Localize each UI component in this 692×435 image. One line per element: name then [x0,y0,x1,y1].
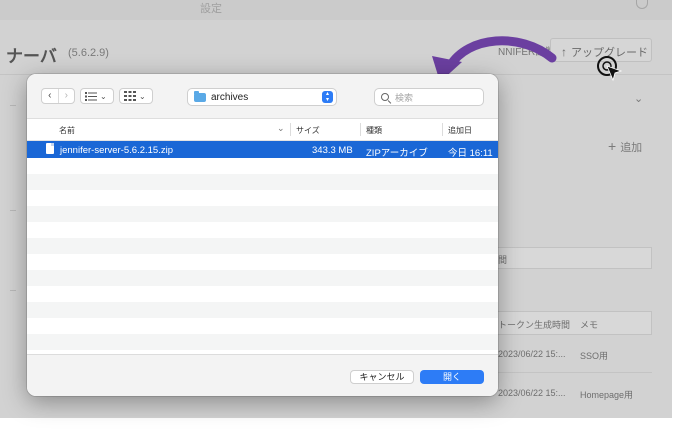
column-separator[interactable] [442,123,443,136]
location-label: archives [211,91,249,103]
list-stripe [27,174,498,190]
list-stripe [27,238,498,254]
file-row[interactable]: jennifer-server-5.6.2.15.zip 343.3 MB ZI… [27,141,498,159]
location-popup[interactable]: archives ▴ ▾ [187,88,337,106]
dialog-footer: キャンセル 開く [27,354,498,396]
column-date-added[interactable]: 追加日 [448,125,472,136]
list-stripe [27,158,498,174]
file-kind: ZIPアーカイブ [366,148,428,159]
location-stepper-icon: ▴ ▾ [322,91,333,103]
click-cursor-icon [597,56,623,82]
document-icon [46,143,54,154]
column-separator[interactable] [360,123,361,136]
sort-chevron-icon[interactable]: ⌄ [277,123,285,134]
list-stripe [27,254,498,270]
nav-back-forward: ‹ › [41,88,75,104]
file-open-dialog: ‹ › ⌄ ⌄ archives ▴ ▾ 検索 名前 ⌄ サイズ 種類 追加日 … [27,74,498,396]
list-stripe [27,190,498,206]
list-stripe [27,286,498,302]
search-icon [381,93,389,101]
column-separator[interactable] [290,123,291,136]
cancel-button[interactable]: キャンセル [350,370,414,384]
list-stripe [27,334,498,350]
gallery-view-button[interactable]: ⌄ [119,88,153,104]
search-field[interactable]: 検索 [374,88,484,106]
folder-icon [194,90,206,102]
list-stripe [27,302,498,318]
list-view-icon [85,91,97,101]
column-header: 名前 ⌄ サイズ 種類 追加日 [27,119,498,141]
search-placeholder: 検索 [395,92,414,103]
column-kind[interactable]: 種類 [366,125,382,136]
column-name[interactable]: 名前 [59,125,75,136]
list-stripe [27,270,498,286]
curved-arrow-icon [445,36,557,71]
grid-view-icon [124,91,136,101]
list-view-button[interactable]: ⌄ [80,88,114,104]
chevron-down-icon: ⌄ [100,91,107,101]
file-date-added: 今日 16:11 [448,148,493,159]
dialog-toolbar: ‹ › ⌄ ⌄ archives ▴ ▾ 検索 [27,74,498,119]
column-size[interactable]: サイズ [296,125,320,136]
file-list: jennifer-server-5.6.2.15.zip 343.3 MB ZI… [27,141,498,351]
list-stripe [27,222,498,238]
back-button[interactable]: ‹ [42,89,58,103]
list-stripe [27,318,498,334]
file-name: jennifer-server-5.6.2.15.zip [60,145,173,156]
file-size: 343.3 MB [312,145,353,156]
list-stripe [27,206,498,222]
forward-button[interactable]: › [57,89,75,103]
open-button[interactable]: 開く [420,370,484,384]
chevron-down-icon: ⌄ [139,91,146,101]
